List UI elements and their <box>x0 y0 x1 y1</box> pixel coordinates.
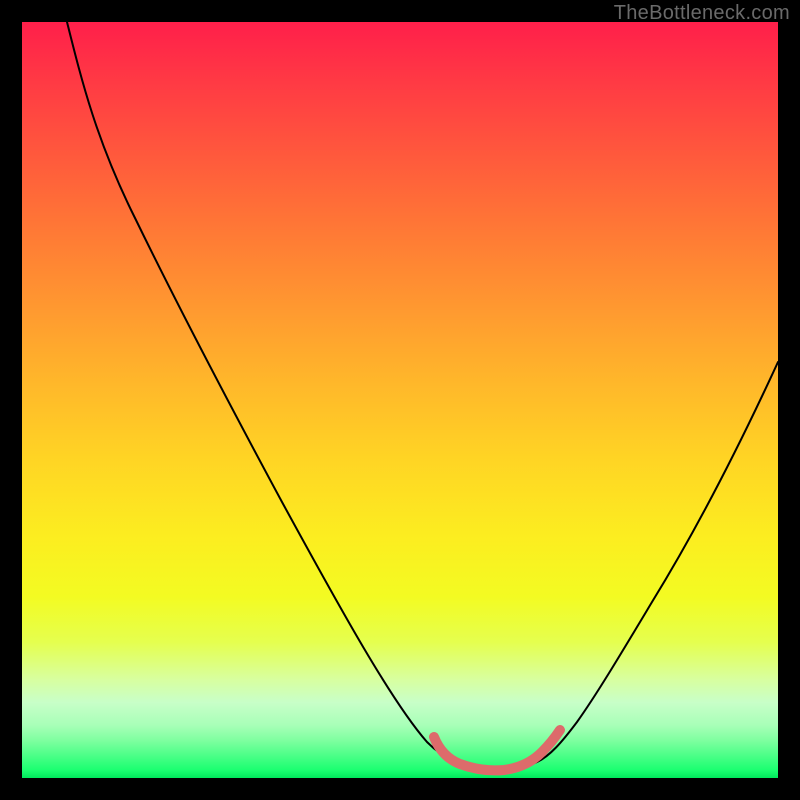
optimal-range-marker <box>434 730 560 770</box>
chart-svg <box>22 22 778 778</box>
chart-frame: TheBottleneck.com <box>0 0 800 800</box>
bottleneck-curve <box>67 22 778 770</box>
chart-plot-area <box>22 22 778 778</box>
